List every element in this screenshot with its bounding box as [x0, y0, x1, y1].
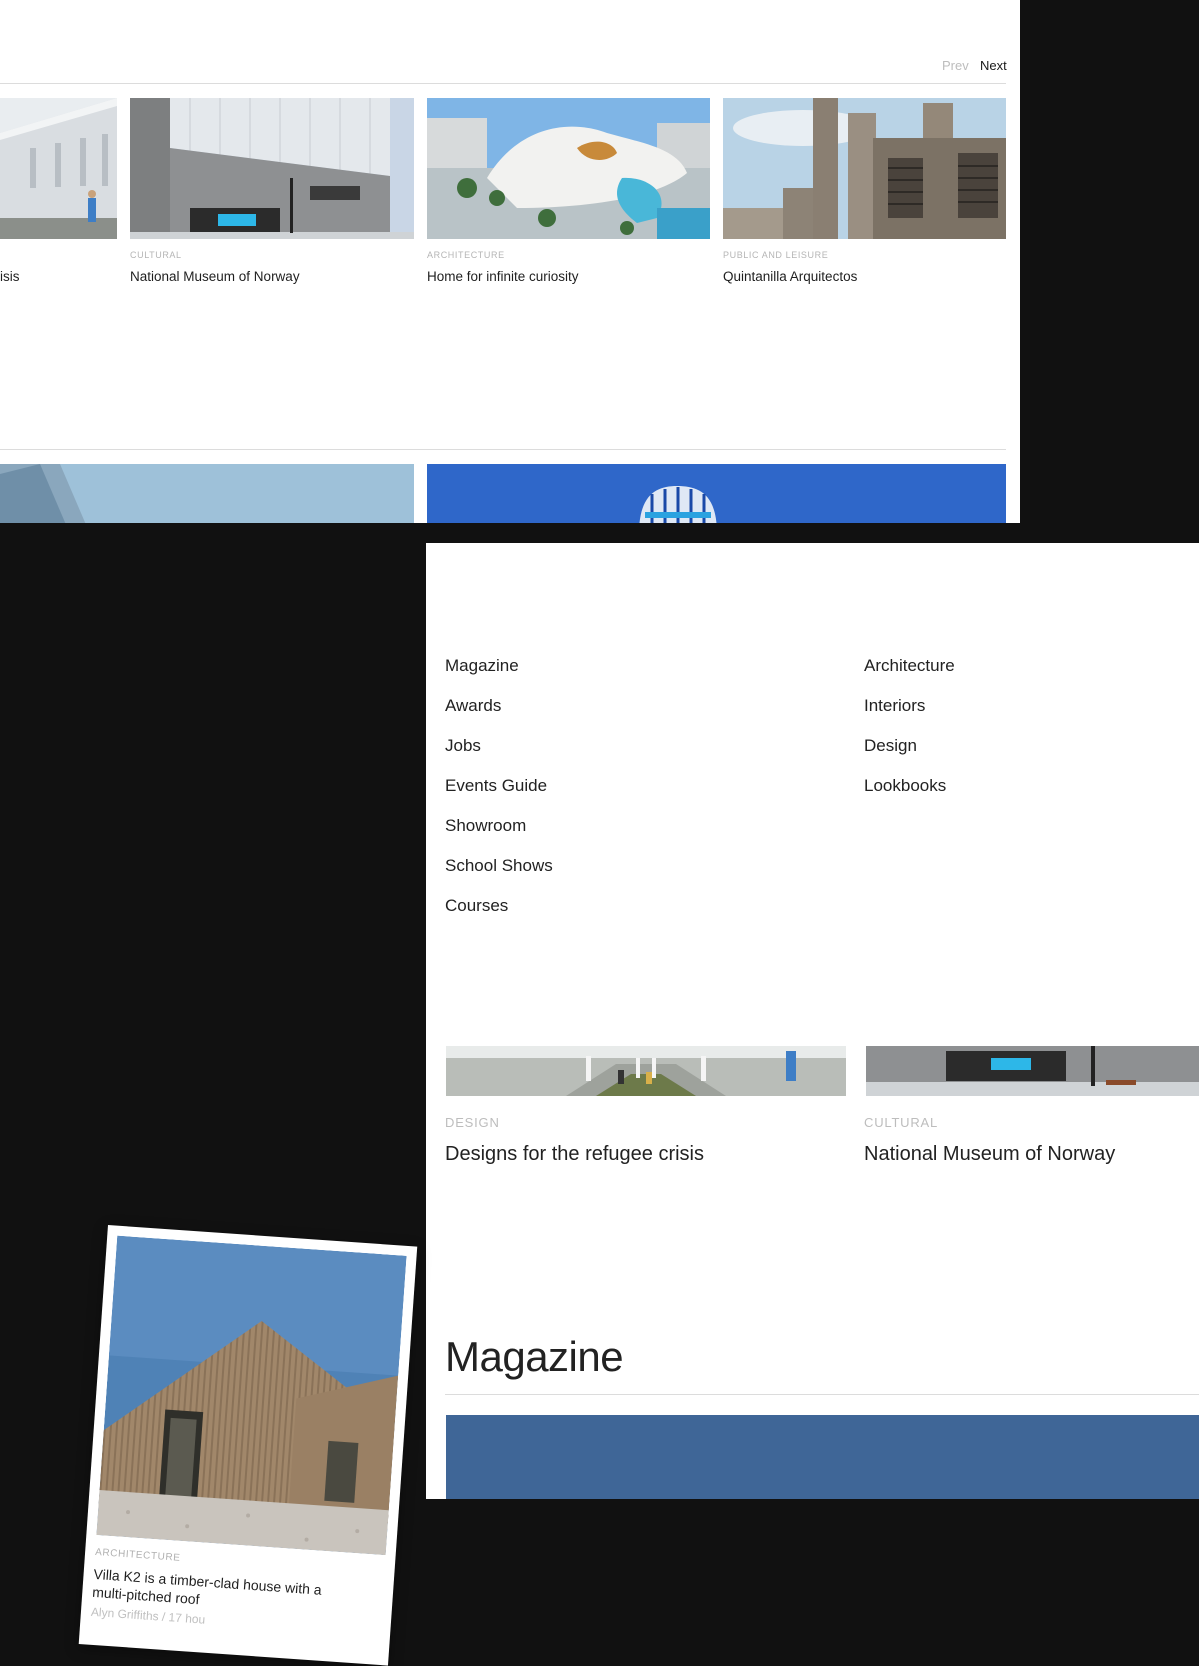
article-title[interactable]: Designs for the refugee crisis: [445, 1143, 704, 1166]
prev-button[interactable]: Prev: [942, 58, 969, 73]
article-card[interactable]: PUBLIC AND LEISURE Quintanilla Arquitect…: [723, 98, 1006, 298]
card-image: [0, 98, 117, 239]
card-image: [130, 98, 414, 239]
card-title: National Museum of Norway: [130, 269, 300, 284]
article-card[interactable]: CULTURAL National Museum of Norway: [130, 98, 414, 298]
menu-item-awards[interactable]: Awards: [445, 696, 501, 716]
card-image: [96, 1235, 407, 1556]
card-category: ARCHITECTURE: [94, 1546, 181, 1564]
article-title[interactable]: National Museum of Norway: [864, 1143, 1115, 1166]
divider: [445, 1394, 1199, 1395]
card-category: CULTURAL: [130, 250, 182, 260]
next-button[interactable]: Next: [980, 58, 1007, 73]
card-title: isis: [0, 269, 20, 284]
menu-item-design[interactable]: Design: [864, 736, 917, 756]
article-image[interactable]: [446, 1415, 1199, 1499]
card-category: PUBLIC AND LEISURE: [723, 250, 829, 260]
card-image: [723, 98, 1006, 239]
menu-item-jobs[interactable]: Jobs: [445, 736, 481, 756]
card-image: [427, 98, 710, 239]
article-category: CULTURAL: [864, 1115, 939, 1130]
menu-item-events-guide[interactable]: Events Guide: [445, 776, 547, 796]
divider: [0, 449, 1006, 450]
menu-item-school-shows[interactable]: School Shows: [445, 856, 553, 876]
article-image[interactable]: [866, 1046, 1199, 1096]
article-card[interactable]: ARCHITECTURE Home for infinite curiosity: [427, 98, 710, 298]
menu-item-magazine[interactable]: Magazine: [445, 656, 519, 676]
menu-item-architecture[interactable]: Architecture: [864, 656, 955, 676]
card-category: ARCHITECTURE: [427, 250, 505, 260]
section-heading: Magazine: [445, 1333, 624, 1380]
article-card-tilted[interactable]: ARCHITECTURE Villa K2 is a timber-clad h…: [78, 1225, 418, 1666]
menu-panel: Magazine Awards Jobs Events Guide Showro…: [426, 543, 1199, 1499]
card-title: Quintanilla Arquitectos: [723, 269, 858, 284]
divider: [0, 83, 1006, 84]
article-image[interactable]: [0, 464, 414, 523]
article-card[interactable]: isis: [0, 98, 117, 298]
menu-item-showroom[interactable]: Showroom: [445, 816, 526, 836]
card-title: Home for infinite curiosity: [427, 269, 579, 284]
article-image[interactable]: [427, 464, 1006, 523]
top-panel: Prev Next isis CULTURAL National Museum …: [0, 0, 1020, 523]
menu-item-courses[interactable]: Courses: [445, 896, 508, 916]
article-image[interactable]: [446, 1046, 846, 1096]
article-category: DESIGN: [445, 1115, 500, 1130]
menu-item-interiors[interactable]: Interiors: [864, 696, 925, 716]
menu-item-lookbooks[interactable]: Lookbooks: [864, 776, 946, 796]
card-meta: Alyn Griffiths / 17 hou: [90, 1604, 206, 1627]
